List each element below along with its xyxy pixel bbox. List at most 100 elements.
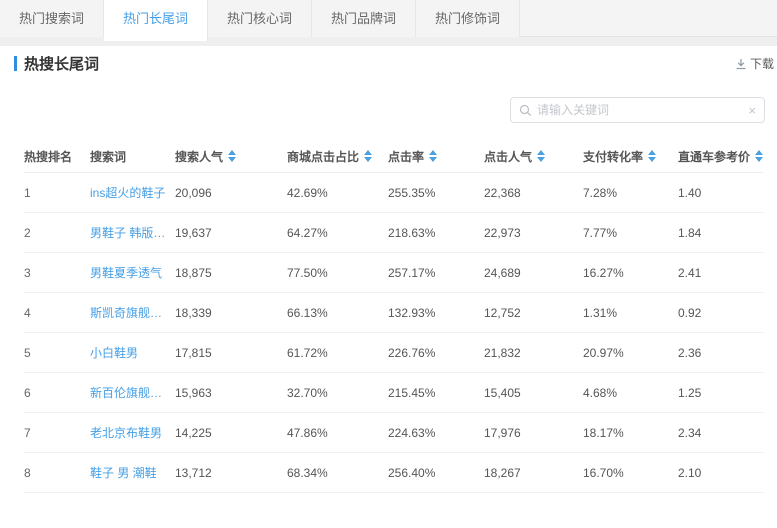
cell-mall_click_share: 64.27% bbox=[287, 226, 388, 240]
cell-pay_conversion: 7.77% bbox=[583, 226, 678, 240]
cell-click_rate: 132.93% bbox=[388, 306, 484, 320]
sort-caret-icon[interactable] bbox=[648, 150, 656, 162]
table-row: 1ins超火的鞋子20,09642.69%255.35%22,3687.28%1… bbox=[24, 173, 763, 213]
table-row: 2男鞋子 韩版 潮流 英...19,63764.27%218.63%22,973… bbox=[24, 213, 763, 253]
column-header-6[interactable]: 点击人气 bbox=[484, 148, 583, 165]
cell-mall_click_share: 61.72% bbox=[287, 346, 388, 360]
cell-rank: 6 bbox=[24, 386, 90, 400]
keyword-link[interactable]: 小白鞋男 bbox=[90, 344, 175, 361]
cell-click_popularity: 24,689 bbox=[484, 266, 583, 280]
keyword-search-box: × bbox=[510, 97, 765, 123]
cell-search_popularity: 14,225 bbox=[175, 426, 287, 440]
cell-ztc_ref_price: 0.92 bbox=[678, 306, 763, 320]
cell-mall_click_share: 66.13% bbox=[287, 306, 388, 320]
column-header-8[interactable]: 直通车参考价 bbox=[678, 148, 763, 165]
column-label: 商城点击占比 bbox=[287, 148, 359, 165]
title-accent-bar bbox=[14, 56, 17, 71]
cell-click_popularity: 12,752 bbox=[484, 306, 583, 320]
keyword-link[interactable]: 男鞋子 韩版 潮流 英... bbox=[90, 224, 175, 241]
content-panel: 热搜长尾词 下载 × 热搜排名 搜索词 搜索人气 商城点击占比 点击率 点击人气支付转化率… bbox=[0, 46, 777, 528]
top-tab-bar: 热门搜索词热门长尾词热门核心词热门品牌词热门修饰词 bbox=[0, 0, 777, 37]
column-header-1: 热搜排名 bbox=[24, 148, 90, 165]
cell-click_popularity: 18,267 bbox=[484, 466, 583, 480]
cell-pay_conversion: 1.31% bbox=[583, 306, 678, 320]
keyword-link[interactable]: 新百伦旗舰店官方正品 bbox=[90, 384, 175, 401]
column-header-3[interactable]: 搜索人气 bbox=[175, 148, 287, 165]
column-label: 直通车参考价 bbox=[678, 148, 750, 165]
cell-search_popularity: 13,712 bbox=[175, 466, 287, 480]
tab-3[interactable]: 热门核心词 bbox=[208, 0, 312, 37]
keyword-link[interactable]: 男鞋夏季透气 bbox=[90, 264, 175, 281]
column-header-5[interactable]: 点击率 bbox=[388, 148, 484, 165]
cell-search_popularity: 15,963 bbox=[175, 386, 287, 400]
cell-rank: 7 bbox=[24, 426, 90, 440]
table-row: 3男鞋夏季透气18,87577.50%257.17%24,68916.27%2.… bbox=[24, 253, 763, 293]
keyword-link[interactable]: 斯凯奇旗舰店官方旗舰 bbox=[90, 304, 175, 321]
cell-click_rate: 257.17% bbox=[388, 266, 484, 280]
table-row: 8鞋子 男 潮鞋13,71268.34%256.40%18,26716.70%2… bbox=[24, 453, 763, 493]
cell-ztc_ref_price: 1.40 bbox=[678, 186, 763, 200]
section-header: 热搜长尾词 下载 bbox=[0, 46, 777, 76]
sort-caret-icon[interactable] bbox=[429, 150, 437, 162]
search-input[interactable] bbox=[537, 103, 748, 117]
cell-ztc_ref_price: 2.41 bbox=[678, 266, 763, 280]
keyword-link[interactable]: 老北京布鞋男 bbox=[90, 424, 175, 441]
sort-caret-icon[interactable] bbox=[755, 150, 763, 162]
keyword-link[interactable]: ins超火的鞋子 bbox=[90, 184, 175, 201]
search-icon bbox=[519, 104, 532, 117]
cell-click_rate: 226.76% bbox=[388, 346, 484, 360]
tab-5[interactable]: 热门修饰词 bbox=[416, 0, 520, 37]
sort-caret-icon[interactable] bbox=[228, 150, 236, 162]
section-title: 热搜长尾词 bbox=[14, 53, 99, 74]
table-row: 7老北京布鞋男14,22547.86%224.63%17,97618.17%2.… bbox=[24, 413, 763, 453]
cell-pay_conversion: 16.70% bbox=[583, 466, 678, 480]
cell-click_popularity: 22,368 bbox=[484, 186, 583, 200]
cell-rank: 4 bbox=[24, 306, 90, 320]
tab-2[interactable]: 热门长尾词 bbox=[104, 0, 208, 41]
column-header-7[interactable]: 支付转化率 bbox=[583, 148, 678, 165]
sort-caret-icon[interactable] bbox=[537, 150, 545, 162]
table-row: 6新百伦旗舰店官方正品15,96332.70%215.45%15,4054.68… bbox=[24, 373, 763, 413]
cell-rank: 5 bbox=[24, 346, 90, 360]
page-title: 热搜长尾词 bbox=[24, 53, 99, 74]
keyword-link[interactable]: 鞋子 男 潮鞋 bbox=[90, 464, 175, 481]
column-header-4[interactable]: 商城点击占比 bbox=[287, 148, 388, 165]
column-label: 点击率 bbox=[388, 148, 424, 165]
column-label: 搜索词 bbox=[90, 148, 126, 165]
cell-ztc_ref_price: 2.36 bbox=[678, 346, 763, 360]
cell-pay_conversion: 7.28% bbox=[583, 186, 678, 200]
cell-rank: 2 bbox=[24, 226, 90, 240]
download-button[interactable]: 下载 bbox=[735, 55, 777, 72]
tab-4[interactable]: 热门品牌词 bbox=[312, 0, 416, 37]
cell-search_popularity: 18,875 bbox=[175, 266, 287, 280]
table-header-row: 热搜排名 搜索词 搜索人气 商城点击占比 点击率 点击人气支付转化率 直通车参考价 bbox=[24, 140, 763, 173]
cell-mall_click_share: 42.69% bbox=[287, 186, 388, 200]
sort-caret-icon[interactable] bbox=[364, 150, 372, 162]
column-label: 热搜排名 bbox=[24, 148, 72, 165]
column-label: 支付转化率 bbox=[583, 148, 643, 165]
cell-search_popularity: 18,339 bbox=[175, 306, 287, 320]
tab-1[interactable]: 热门搜索词 bbox=[0, 0, 104, 37]
clear-search-icon[interactable]: × bbox=[748, 104, 756, 117]
download-label: 下载 bbox=[750, 55, 774, 72]
cell-click_rate: 256.40% bbox=[388, 466, 484, 480]
cell-pay_conversion: 20.97% bbox=[583, 346, 678, 360]
cell-mall_click_share: 47.86% bbox=[287, 426, 388, 440]
cell-rank: 3 bbox=[24, 266, 90, 280]
cell-mall_click_share: 68.34% bbox=[287, 466, 388, 480]
table-row: 5小白鞋男17,81561.72%226.76%21,83220.97%2.36 bbox=[24, 333, 763, 373]
cell-pay_conversion: 18.17% bbox=[583, 426, 678, 440]
column-label: 搜索人气 bbox=[175, 148, 223, 165]
cell-pay_conversion: 16.27% bbox=[583, 266, 678, 280]
cell-rank: 1 bbox=[24, 186, 90, 200]
cell-click_popularity: 22,973 bbox=[484, 226, 583, 240]
cell-click_rate: 215.45% bbox=[388, 386, 484, 400]
cell-ztc_ref_price: 2.10 bbox=[678, 466, 763, 480]
cell-mall_click_share: 32.70% bbox=[287, 386, 388, 400]
download-icon bbox=[735, 58, 747, 70]
cell-click_rate: 224.63% bbox=[388, 426, 484, 440]
keyword-table: 热搜排名 搜索词 搜索人气 商城点击占比 点击率 点击人气支付转化率 直通车参考价 1ins… bbox=[0, 140, 777, 493]
cell-ztc_ref_price: 2.34 bbox=[678, 426, 763, 440]
cell-search_popularity: 20,096 bbox=[175, 186, 287, 200]
cell-search_popularity: 19,637 bbox=[175, 226, 287, 240]
